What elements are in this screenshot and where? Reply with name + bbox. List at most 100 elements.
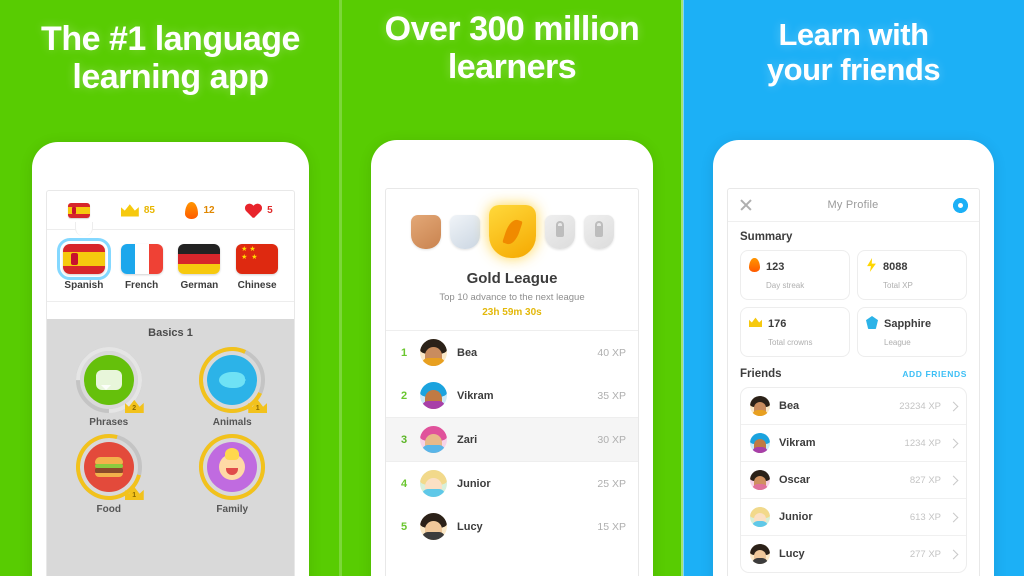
- heart-count: 5: [267, 204, 273, 216]
- leaderboard-row-current-user[interactable]: 3 Zari 30 XP: [386, 417, 638, 462]
- friend-row[interactable]: Bea 23234 XP: [741, 388, 966, 425]
- summary-card-total-xp[interactable]: 8088 Total XP: [857, 250, 967, 300]
- friend-row[interactable]: Lucy 277 XP: [741, 536, 966, 572]
- language-option-french[interactable]: French: [113, 244, 171, 291]
- skill-label: Phrases: [89, 417, 129, 428]
- leaderboard-row[interactable]: 2 Vikram 35 XP: [386, 374, 638, 417]
- skill-progress-ring: [186, 421, 279, 513]
- rank-number: 2: [400, 389, 408, 402]
- rank-number: 5: [400, 520, 408, 533]
- avatar: [750, 544, 770, 564]
- stat-current-language[interactable]: [68, 202, 91, 218]
- add-friends-button[interactable]: ADD FRIENDS: [902, 369, 967, 379]
- friend-row[interactable]: Junior 613 XP: [741, 499, 966, 536]
- summary-card-league[interactable]: Sapphire League: [857, 307, 967, 357]
- gear-icon[interactable]: [951, 195, 970, 215]
- skill-family[interactable]: Family: [186, 421, 279, 515]
- feather-icon: [501, 217, 523, 246]
- leaderboard-name: Lucy: [457, 520, 483, 533]
- phone-screen-profile: My Profile Summary 123 Day streak 8088 T…: [727, 188, 980, 576]
- friends-title: Friends: [740, 368, 782, 380]
- profile-header: My Profile: [728, 189, 979, 222]
- german-flag-icon: [178, 244, 221, 274]
- skill-progress-ring: 1: [63, 421, 154, 513]
- friend-xp: 827 XP: [909, 474, 941, 486]
- crown-icon: [749, 317, 762, 327]
- panel2-headline: Over 300 million learners: [341, 0, 683, 86]
- friend-xp: 23234 XP: [899, 400, 941, 412]
- panel1-headline: The #1 language learning app: [0, 0, 341, 96]
- league-subtitle: Top 10 advance to the next league: [439, 292, 585, 303]
- language-picker-row: Spanish French German Chinese: [47, 230, 294, 302]
- friend-xp: 613 XP: [909, 511, 941, 523]
- summary-value: 123: [766, 261, 785, 273]
- stat-hearts[interactable]: 5: [245, 203, 273, 218]
- summary-label: Total crowns: [768, 338, 813, 347]
- panel1-headline-line2: learning app: [72, 58, 269, 97]
- ruby-league-badge-locked[interactable]: [583, 214, 614, 249]
- language-label: Spanish: [64, 280, 104, 291]
- skill-label: Animals: [212, 417, 252, 428]
- leaderboard-name: Junior: [457, 477, 491, 490]
- summary-label: Day streak: [766, 281, 805, 290]
- stat-crowns[interactable]: 85: [120, 204, 155, 217]
- language-option-spanish[interactable]: Spanish: [55, 238, 113, 291]
- language-option-chinese[interactable]: Chinese: [228, 244, 286, 291]
- summary-label: League: [884, 338, 911, 347]
- leaderboard-xp: 35 XP: [597, 389, 626, 402]
- sapphire-league-badge-locked[interactable]: [544, 214, 575, 249]
- skill-icon-disc: [207, 355, 258, 405]
- summary-card-day-streak[interactable]: 123 Day streak: [740, 250, 850, 300]
- fish-icon: [219, 372, 247, 388]
- leaderboard-row[interactable]: 1 Bea 40 XP: [386, 331, 638, 374]
- avatar: [420, 382, 447, 409]
- friend-name: Lucy: [779, 548, 805, 560]
- language-option-german[interactable]: German: [171, 244, 229, 291]
- league-name: Gold League: [466, 270, 558, 287]
- chevron-right-icon: [948, 549, 959, 559]
- friend-row[interactable]: Oscar 827 XP: [741, 462, 966, 499]
- screenshot-panel-leaderboard: Over 300 million learners Gold League To…: [341, 0, 683, 576]
- friends-list: Bea 23234 XP Vikram 1234 XP Oscar 827 XP…: [740, 387, 967, 573]
- leaderboard-name: Bea: [457, 346, 478, 359]
- phone-mockup-3: My Profile Summary 123 Day streak 8088 T…: [713, 140, 994, 576]
- summary-value: Sapphire: [884, 318, 932, 330]
- leaderboard-name: Vikram: [457, 389, 494, 402]
- streak-flame-icon: [185, 201, 199, 219]
- summary-cards: 123 Day streak 8088 Total XP 176 Total c…: [740, 250, 967, 357]
- leaderboard-xp: 25 XP: [597, 477, 626, 490]
- summary-card-total-crowns[interactable]: 176 Total crowns: [740, 307, 850, 357]
- heart-icon: [245, 203, 262, 218]
- skill-icon-disc: [207, 442, 258, 492]
- bronze-league-badge[interactable]: [410, 214, 441, 249]
- language-label: German: [180, 280, 219, 291]
- chevron-right-icon: [948, 438, 959, 448]
- skill-label: Food: [96, 504, 121, 515]
- leaderboard-row[interactable]: 4 Junior 25 XP: [386, 462, 638, 505]
- panel2-headline-line1: Over 300 million: [384, 10, 640, 48]
- stat-streak[interactable]: 12: [185, 201, 215, 219]
- face-icon: [219, 448, 246, 480]
- avatar: [420, 426, 447, 453]
- skill-food[interactable]: 1 Food: [63, 421, 154, 515]
- silver-league-badge[interactable]: [449, 214, 480, 249]
- panel-divider-1: [339, 0, 342, 576]
- league-header: Gold League Top 10 advance to the next l…: [386, 268, 638, 331]
- summary-title: Summary: [740, 231, 793, 243]
- skill-phrases[interactable]: 2 Phrases: [62, 333, 156, 428]
- rank-number: 1: [400, 346, 408, 359]
- close-icon[interactable]: [739, 198, 753, 212]
- friend-row[interactable]: Vikram 1234 XP: [741, 425, 966, 462]
- summary-value: 8088: [883, 261, 908, 273]
- skill-animals[interactable]: 1 Animals: [189, 337, 275, 428]
- gold-league-badge[interactable]: [488, 205, 536, 258]
- phone-mockup-1: 85 12 5 Spanish French German ★ ★ ★ ★ Ch…: [32, 142, 309, 576]
- avatar: [750, 433, 770, 453]
- skill-section-title: Basics 1: [148, 327, 193, 339]
- avatar: [420, 470, 447, 497]
- streak-flame-icon: [749, 258, 760, 272]
- leaderboard-row[interactable]: 5 Lucy 15 XP: [386, 505, 638, 548]
- chevron-right-icon: [948, 401, 959, 411]
- crown-icon: [120, 204, 139, 217]
- friend-xp: 277 XP: [909, 548, 941, 560]
